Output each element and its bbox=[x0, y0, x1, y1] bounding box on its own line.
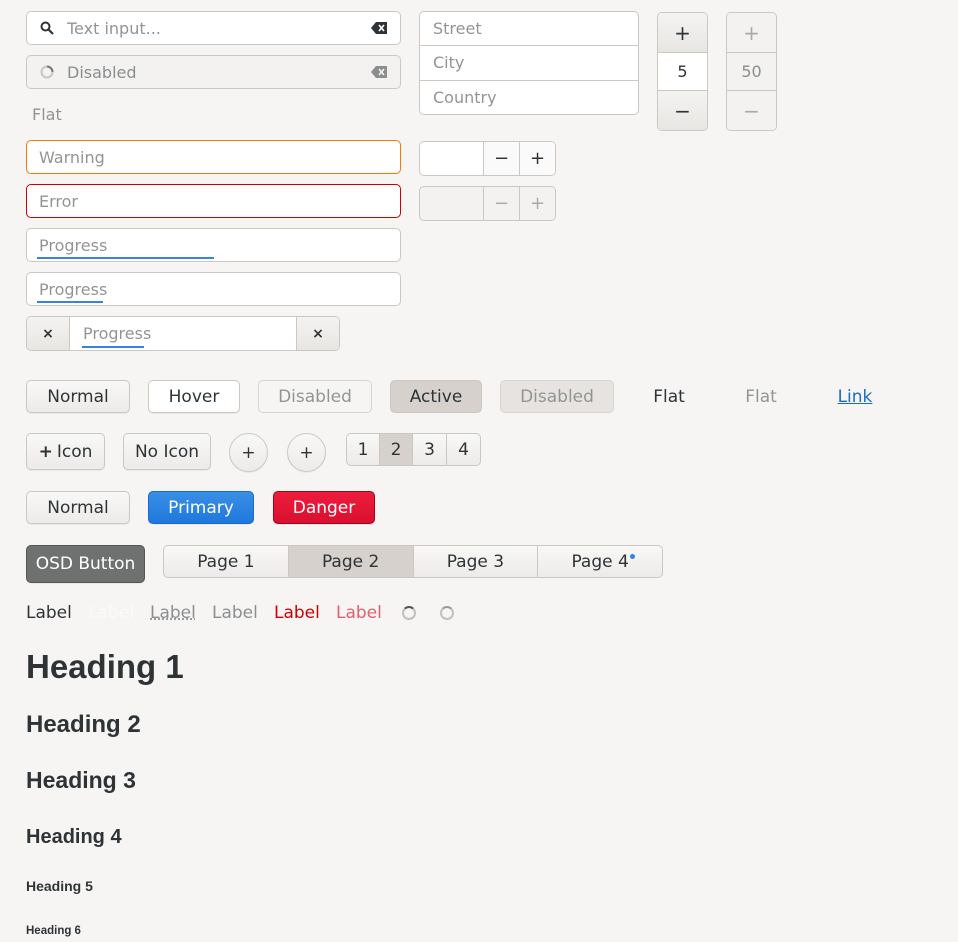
round-add-button[interactable]: + bbox=[229, 433, 268, 472]
progress-bar bbox=[82, 346, 144, 348]
tab-page-4[interactable]: Page 4 bbox=[538, 546, 662, 577]
progress-bar bbox=[37, 301, 103, 303]
clear-icon[interactable] bbox=[370, 22, 388, 34]
page-number-group: 1 2 3 4 bbox=[346, 433, 481, 466]
increment-button: + bbox=[519, 187, 555, 220]
progress-placeholder: Progress bbox=[39, 279, 108, 299]
spin-field bbox=[420, 187, 483, 220]
progress-placeholder: Progress bbox=[39, 235, 108, 255]
active-button[interactable]: Active bbox=[390, 380, 482, 413]
search-icon bbox=[39, 21, 55, 35]
close-icon[interactable]: × bbox=[296, 317, 339, 350]
decrement-button[interactable]: − bbox=[658, 91, 707, 130]
decrement-button: − bbox=[727, 91, 776, 130]
label-dim: Label bbox=[212, 603, 258, 623]
street-entry[interactable]: Street bbox=[420, 12, 638, 47]
normal-button[interactable]: Normal bbox=[26, 380, 130, 413]
flat-button[interactable]: Flat bbox=[632, 380, 706, 413]
tab-page-1[interactable]: Page 1 bbox=[164, 546, 289, 577]
progress-placeholder: Progress bbox=[83, 324, 152, 343]
page-button-1[interactable]: 1 bbox=[347, 434, 380, 465]
tab-page-3[interactable]: Page 3 bbox=[414, 546, 539, 577]
search-placeholder: Text input... bbox=[67, 18, 161, 38]
increment-button[interactable]: + bbox=[658, 13, 707, 52]
heading-2: Heading 2 bbox=[26, 711, 141, 738]
label-selected: Label bbox=[88, 603, 134, 623]
link-button[interactable]: Link bbox=[820, 380, 890, 413]
city-entry[interactable]: City bbox=[420, 46, 638, 81]
plus-icon: + bbox=[38, 441, 53, 462]
label-error-dim: Label bbox=[336, 603, 382, 623]
page-button-2[interactable]: 2 bbox=[380, 434, 413, 465]
country-entry[interactable]: Country bbox=[420, 81, 638, 114]
progress-bar bbox=[37, 257, 214, 259]
plus-icon: + bbox=[299, 442, 314, 463]
progress-entry-2[interactable]: Progress bbox=[26, 272, 401, 306]
address-group: Street City Country bbox=[419, 11, 639, 115]
warning-placeholder: Warning bbox=[39, 147, 105, 167]
stack-switcher: Page 1 Page 2 Page 3 Page 4 bbox=[163, 545, 663, 578]
flat-disabled-button: Flat bbox=[745, 386, 777, 407]
icon-button-label: Icon bbox=[56, 441, 93, 462]
tab-page-2[interactable]: Page 2 bbox=[288, 546, 414, 577]
page-button-4[interactable]: 4 bbox=[447, 434, 480, 465]
vertical-spinbutton-disabled: + 50 − bbox=[726, 12, 777, 131]
close-icon[interactable]: × bbox=[27, 317, 70, 350]
spin-value: 50 bbox=[727, 52, 776, 91]
no-icon-button[interactable]: No Icon bbox=[123, 433, 211, 470]
osd-button[interactable]: OSD Button bbox=[26, 545, 145, 583]
disabled-entry: Disabled bbox=[26, 55, 401, 89]
heading-4: Heading 4 bbox=[26, 826, 122, 848]
plus-icon: + bbox=[241, 442, 256, 463]
linked-progress-entry: × Progress × bbox=[26, 316, 340, 351]
error-placeholder: Error bbox=[39, 191, 78, 211]
icon-button[interactable]: + Icon bbox=[26, 433, 105, 470]
error-entry[interactable]: Error bbox=[26, 184, 401, 218]
spin-value[interactable]: 5 bbox=[658, 52, 707, 91]
clear-icon bbox=[370, 66, 388, 78]
progress-entry-1[interactable]: Progress bbox=[26, 228, 401, 262]
tab-page-4-label: Page 4 bbox=[571, 551, 629, 572]
attention-dot bbox=[630, 554, 635, 559]
search-entry[interactable]: Text input... bbox=[26, 11, 401, 45]
label-dim-underlined: Label bbox=[150, 603, 196, 623]
label-error: Label bbox=[274, 603, 320, 623]
active-disabled-button: Disabled bbox=[500, 380, 614, 413]
heading-1: Heading 1 bbox=[26, 648, 184, 685]
disabled-button: Disabled bbox=[258, 380, 372, 413]
decrement-button: − bbox=[483, 187, 519, 220]
danger-button[interactable]: Danger bbox=[273, 491, 375, 524]
heading-5: Heading 5 bbox=[26, 878, 93, 894]
spinner-icon bbox=[402, 606, 416, 620]
heading-6: Heading 6 bbox=[26, 925, 81, 937]
spinner-icon bbox=[39, 65, 55, 79]
increment-button: + bbox=[727, 13, 776, 52]
disabled-placeholder: Disabled bbox=[67, 62, 137, 82]
spinner-icon-dim bbox=[440, 606, 454, 620]
horizontal-spinbutton-disabled: − + bbox=[419, 186, 556, 221]
progress-entry-3[interactable]: Progress bbox=[70, 317, 296, 350]
flat-entry[interactable]: Flat bbox=[32, 105, 62, 124]
increment-button[interactable]: + bbox=[519, 142, 555, 175]
round-add-button-2[interactable]: + bbox=[287, 433, 326, 472]
spin-field[interactable] bbox=[420, 142, 483, 175]
heading-3: Heading 3 bbox=[26, 767, 136, 793]
decrement-button[interactable]: − bbox=[483, 142, 519, 175]
normal-button-2[interactable]: Normal bbox=[26, 491, 130, 524]
page-button-3[interactable]: 3 bbox=[413, 434, 447, 465]
horizontal-spinbutton: − + bbox=[419, 141, 556, 176]
hover-button[interactable]: Hover bbox=[148, 380, 240, 413]
vertical-spinbutton: + 5 − bbox=[657, 12, 708, 131]
warning-entry[interactable]: Warning bbox=[26, 140, 401, 174]
primary-button[interactable]: Primary bbox=[148, 491, 254, 524]
label-normal: Label bbox=[26, 603, 72, 623]
